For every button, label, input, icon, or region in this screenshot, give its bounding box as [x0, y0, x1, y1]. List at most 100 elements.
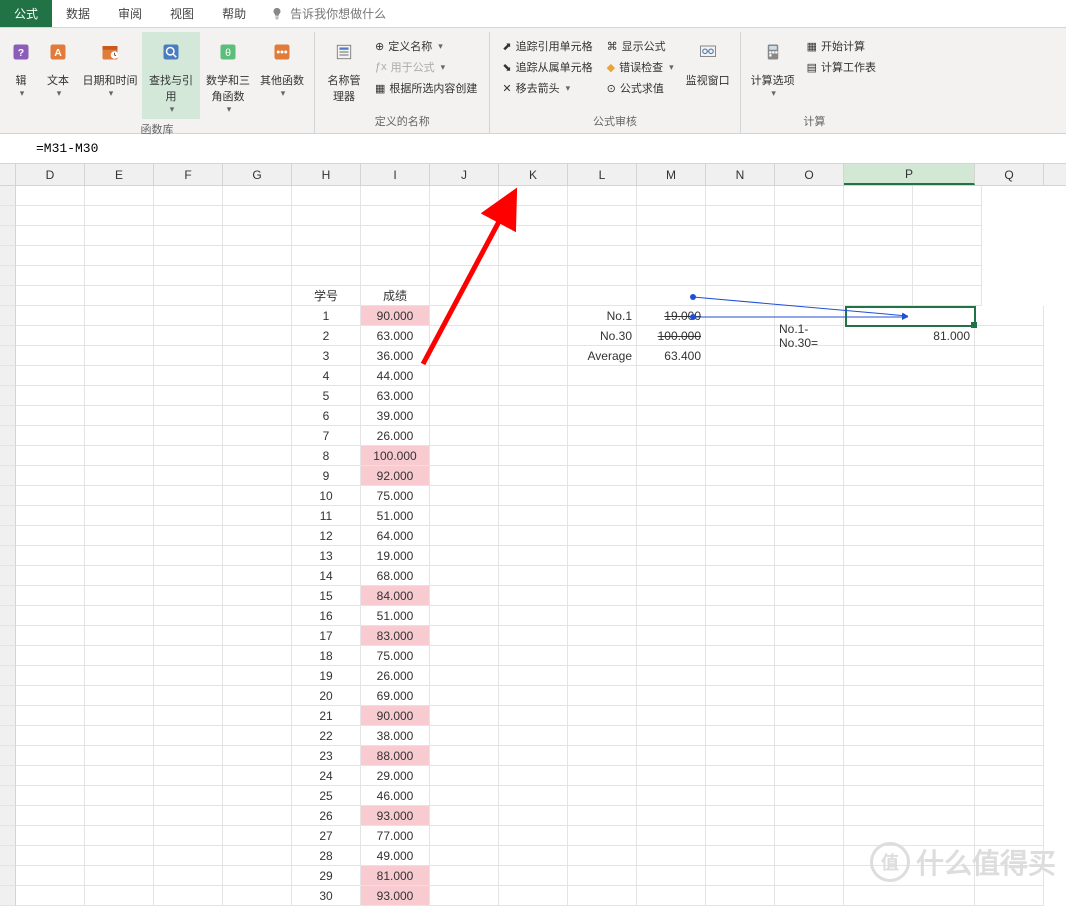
cell[interactable] [154, 566, 223, 586]
cell[interactable] [844, 286, 913, 306]
cell[interactable] [568, 586, 637, 606]
cell[interactable] [775, 486, 844, 506]
cell[interactable]: 14 [292, 566, 361, 586]
cell[interactable] [430, 766, 499, 786]
cell[interactable] [16, 466, 85, 486]
cell[interactable] [637, 206, 706, 226]
cell[interactable] [637, 766, 706, 786]
btn-define-name[interactable]: ⊕定义名称▾ [369, 36, 483, 56]
cell[interactable]: 30 [292, 886, 361, 906]
cell[interactable]: No.1-No.30= [775, 326, 844, 346]
cell[interactable] [430, 686, 499, 706]
col-header-F[interactable]: F [154, 164, 223, 185]
cell[interactable] [975, 466, 1044, 486]
cell[interactable] [430, 206, 499, 226]
cell[interactable] [775, 766, 844, 786]
btn-trace-precedents[interactable]: ⬈追踪引用单元格 [496, 36, 598, 56]
cell[interactable]: 26.000 [361, 666, 430, 686]
cell[interactable] [706, 626, 775, 646]
cell[interactable] [85, 726, 154, 746]
cell[interactable]: 15 [292, 586, 361, 606]
cell[interactable] [223, 186, 292, 206]
cell[interactable] [568, 226, 637, 246]
cell[interactable] [568, 466, 637, 486]
cell[interactable] [706, 286, 775, 306]
cell[interactable] [154, 246, 223, 266]
cell[interactable]: 19.000 [361, 546, 430, 566]
btn-show-formulas[interactable]: ⌘显示公式 [601, 36, 680, 56]
cell[interactable] [844, 466, 975, 486]
cell[interactable] [223, 866, 292, 886]
cell[interactable] [292, 206, 361, 226]
cell[interactable]: 3 [292, 346, 361, 366]
cell[interactable]: 100.000 [361, 446, 430, 466]
cell[interactable] [568, 846, 637, 866]
cell[interactable] [975, 406, 1044, 426]
cell[interactable] [16, 806, 85, 826]
cell[interactable] [775, 746, 844, 766]
cell[interactable] [975, 886, 1044, 906]
cell[interactable] [16, 326, 85, 346]
cell[interactable] [499, 386, 568, 406]
cell[interactable] [499, 786, 568, 806]
cell[interactable] [85, 526, 154, 546]
cell[interactable] [706, 346, 775, 366]
cell[interactable]: No.1 [568, 306, 637, 326]
cell[interactable] [430, 366, 499, 386]
cell[interactable] [706, 406, 775, 426]
cell[interactable]: 22 [292, 726, 361, 746]
btn-remove-arrows[interactable]: ✕移去箭头▾ [496, 78, 598, 98]
cell[interactable] [637, 886, 706, 906]
cell[interactable] [85, 686, 154, 706]
cell[interactable] [154, 606, 223, 626]
cell[interactable] [637, 606, 706, 626]
cell[interactable] [913, 286, 982, 306]
cell[interactable]: 51.000 [361, 506, 430, 526]
cell[interactable]: 11 [292, 506, 361, 526]
cell[interactable] [637, 286, 706, 306]
cell[interactable] [844, 246, 913, 266]
cell[interactable] [154, 326, 223, 346]
cell[interactable] [775, 446, 844, 466]
cell[interactable] [637, 366, 706, 386]
cell[interactable] [706, 886, 775, 906]
spreadsheet-grid[interactable]: DEFGHIJKLMNOPQ 学号成绩190.000No.119.000263.… [0, 164, 1066, 906]
cell[interactable] [775, 886, 844, 906]
cell[interactable] [154, 486, 223, 506]
cell[interactable] [775, 206, 844, 226]
cell[interactable] [775, 806, 844, 826]
cell[interactable] [154, 866, 223, 886]
cell[interactable] [16, 546, 85, 566]
cell[interactable] [637, 666, 706, 686]
cell[interactable] [85, 846, 154, 866]
cell[interactable] [844, 686, 975, 706]
cell[interactable] [975, 686, 1044, 706]
cell[interactable] [16, 626, 85, 646]
col-header-G[interactable]: G [223, 164, 292, 185]
col-header-L[interactable]: L [568, 164, 637, 185]
cell[interactable]: 93.000 [361, 886, 430, 906]
col-header-M[interactable]: M [637, 164, 706, 185]
cell[interactable]: 20 [292, 686, 361, 706]
cell[interactable] [16, 886, 85, 906]
cell[interactable] [154, 406, 223, 426]
btn-use-in-formula[interactable]: ƒx用于公式▾ [369, 57, 483, 77]
cell[interactable]: 19 [292, 666, 361, 686]
cell[interactable]: 81.000 [844, 326, 975, 346]
cell[interactable] [430, 266, 499, 286]
cell[interactable] [154, 726, 223, 746]
cell[interactable] [223, 526, 292, 546]
cell[interactable]: 6 [292, 406, 361, 426]
cell[interactable] [844, 186, 913, 206]
cell[interactable] [775, 266, 844, 286]
cell[interactable] [706, 246, 775, 266]
cell[interactable] [499, 546, 568, 566]
cell[interactable]: 75.000 [361, 486, 430, 506]
cell[interactable] [844, 446, 975, 466]
btn-datetime[interactable]: 日期和时间▾ [80, 32, 140, 119]
btn-evaluate-formula[interactable]: ⊙公式求值 [601, 78, 680, 98]
cell[interactable] [223, 446, 292, 466]
cell[interactable] [637, 386, 706, 406]
cell[interactable] [499, 846, 568, 866]
cell[interactable] [637, 406, 706, 426]
